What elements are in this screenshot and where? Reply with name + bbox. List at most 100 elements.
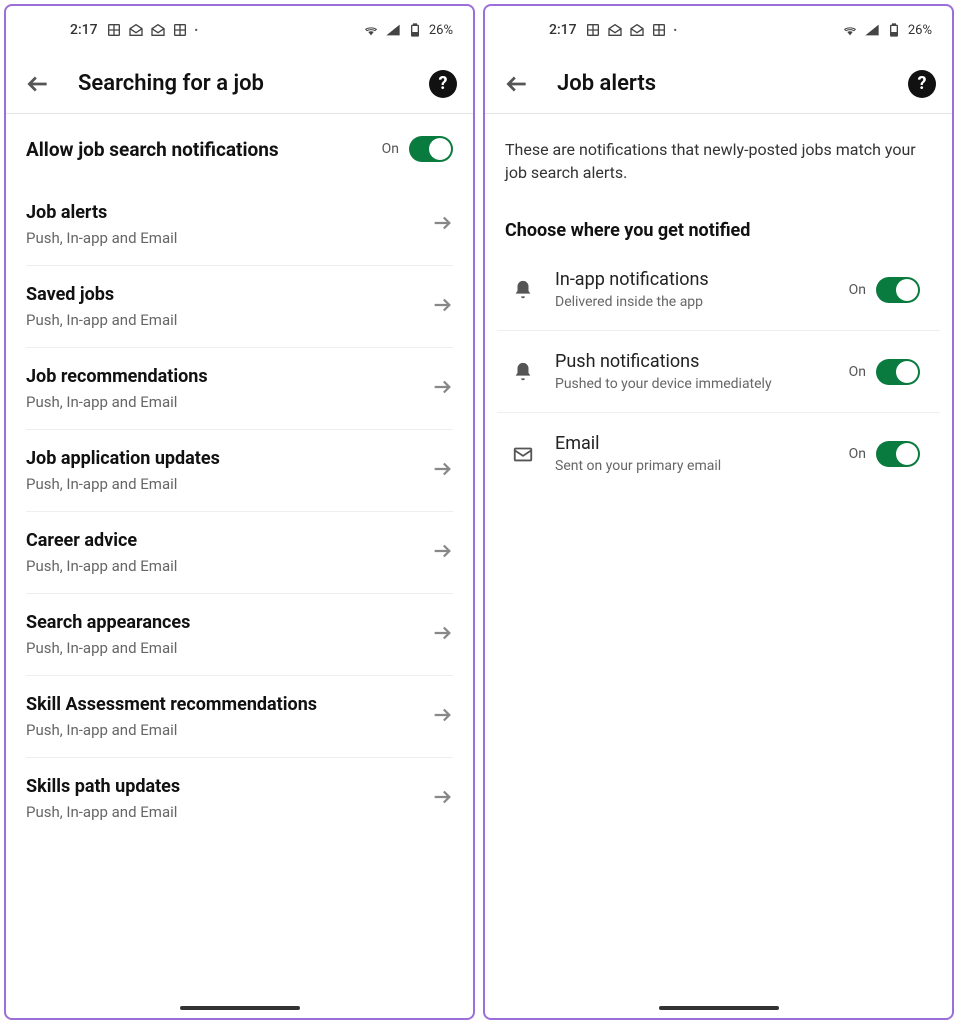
channel-title: Email	[555, 433, 849, 454]
master-toggle-label: Allow job search notifications	[26, 138, 279, 161]
list-item-job-application-updates[interactable]: Job application updates Push, In-app and…	[26, 430, 453, 512]
list-item-title: Skill Assessment recommendations	[26, 694, 317, 715]
status-notification-icons: ·	[106, 20, 199, 40]
list-item-title: Skills path updates	[26, 776, 180, 797]
help-icon: ?	[918, 73, 927, 94]
list-item-title: Job alerts	[26, 202, 177, 223]
app-icon	[651, 22, 667, 38]
mail-icon	[505, 443, 541, 465]
battery-icon	[407, 22, 423, 38]
bell-icon	[505, 279, 541, 301]
list-item-subtitle: Push, In-app and Email	[26, 803, 180, 821]
channel-subtitle: Delivered inside the app	[555, 294, 849, 310]
signal-icon	[864, 22, 880, 38]
list-item-job-alerts[interactable]: Job alerts Push, In-app and Email	[26, 184, 453, 266]
channel-email: Email Sent on your primary email On	[497, 413, 940, 494]
chevron-right-icon	[431, 622, 453, 648]
list-item-skill-assessment[interactable]: Skill Assessment recommendations Push, I…	[26, 676, 453, 758]
battery-percent: 26%	[429, 23, 453, 38]
list-item-job-recommendations[interactable]: Job recommendations Push, In-app and Ema…	[26, 348, 453, 430]
mail-open-icon	[629, 22, 645, 38]
list-item-subtitle: Push, In-app and Email	[26, 639, 190, 657]
chevron-right-icon	[431, 212, 453, 238]
list-item-saved-jobs[interactable]: Saved jobs Push, In-app and Email	[26, 266, 453, 348]
toggle-state-label: On	[849, 282, 866, 298]
chevron-right-icon	[431, 786, 453, 812]
list-item-title: Job application updates	[26, 448, 220, 469]
settings-list: Job alerts Push, In-app and Email Saved …	[6, 184, 473, 839]
channel-subtitle: Sent on your primary email	[555, 458, 849, 474]
status-bar: 2:17 · 26%	[485, 6, 952, 54]
status-left: 2:17 ·	[70, 20, 199, 40]
in-app-toggle[interactable]	[876, 277, 920, 303]
app-icon	[585, 22, 601, 38]
chevron-right-icon	[431, 458, 453, 484]
page-title: Searching for a job	[78, 71, 429, 96]
signal-icon	[385, 22, 401, 38]
phone-screen-right: 2:17 · 26% Job alerts ? These are notifi…	[483, 4, 954, 1020]
battery-percent: 26%	[908, 23, 932, 38]
status-time: 2:17	[70, 22, 98, 38]
list-item-search-appearances[interactable]: Search appearances Push, In-app and Emai…	[26, 594, 453, 676]
chevron-right-icon	[431, 704, 453, 730]
status-left: 2:17 ·	[549, 20, 678, 40]
section-header: Choose where you get notified	[485, 192, 952, 249]
list-item-title: Career advice	[26, 530, 177, 551]
app-icon	[172, 22, 188, 38]
master-toggle-row: Allow job search notifications On	[6, 114, 473, 184]
channel-in-app: In-app notifications Delivered inside th…	[497, 249, 940, 331]
email-toggle[interactable]	[876, 441, 920, 467]
wifi-icon	[842, 22, 858, 38]
list-item-subtitle: Push, In-app and Email	[26, 721, 317, 739]
status-time: 2:17	[549, 22, 577, 38]
home-indicator[interactable]	[659, 1006, 779, 1010]
list-item-title: Job recommendations	[26, 366, 208, 387]
mail-open-icon	[150, 22, 166, 38]
list-item-career-advice[interactable]: Career advice Push, In-app and Email	[26, 512, 453, 594]
toggle-state-label: On	[849, 446, 866, 462]
status-right: 26%	[842, 22, 932, 38]
help-button[interactable]: ?	[429, 70, 457, 98]
more-dot-icon: ·	[673, 20, 678, 40]
status-right: 26%	[363, 22, 453, 38]
channel-title: Push notifications	[555, 351, 849, 372]
page-title: Job alerts	[557, 71, 908, 96]
app-bar: Job alerts ?	[485, 54, 952, 114]
back-button[interactable]	[22, 68, 54, 100]
list-item-title: Saved jobs	[26, 284, 177, 305]
mail-open-icon	[607, 22, 623, 38]
list-item-subtitle: Push, In-app and Email	[26, 393, 208, 411]
master-toggle[interactable]	[409, 136, 453, 162]
toggle-state-label: On	[849, 364, 866, 380]
channel-title: In-app notifications	[555, 269, 849, 290]
list-item-title: Search appearances	[26, 612, 190, 633]
list-item-skills-path[interactable]: Skills path updates Push, In-app and Ema…	[26, 758, 453, 839]
toggle-state-label: On	[382, 141, 399, 157]
chevron-right-icon	[431, 540, 453, 566]
back-button[interactable]	[501, 68, 533, 100]
content-area: These are notifications that newly-poste…	[485, 114, 952, 1018]
more-dot-icon: ·	[194, 20, 199, 40]
help-button[interactable]: ?	[908, 70, 936, 98]
list-item-subtitle: Push, In-app and Email	[26, 311, 177, 329]
wifi-icon	[363, 22, 379, 38]
status-bar: 2:17 · 26%	[6, 6, 473, 54]
chevron-right-icon	[431, 294, 453, 320]
toggle-wrap: On	[382, 136, 453, 162]
page-description: These are notifications that newly-poste…	[485, 114, 952, 192]
channel-subtitle: Pushed to your device immediately	[555, 376, 849, 392]
list-item-subtitle: Push, In-app and Email	[26, 557, 177, 575]
home-indicator[interactable]	[180, 1006, 300, 1010]
help-icon: ?	[439, 73, 448, 94]
phone-screen-left: 2:17 · 26% Searching for a job ? Allow	[4, 4, 475, 1020]
list-item-subtitle: Push, In-app and Email	[26, 475, 220, 493]
battery-icon	[886, 22, 902, 38]
mail-open-icon	[128, 22, 144, 38]
push-toggle[interactable]	[876, 359, 920, 385]
app-bar: Searching for a job ?	[6, 54, 473, 114]
list-item-subtitle: Push, In-app and Email	[26, 229, 177, 247]
channel-push: Push notifications Pushed to your device…	[497, 331, 940, 413]
bell-icon	[505, 361, 541, 383]
status-notification-icons: ·	[585, 20, 678, 40]
content-area: Allow job search notifications On Job al…	[6, 114, 473, 1018]
